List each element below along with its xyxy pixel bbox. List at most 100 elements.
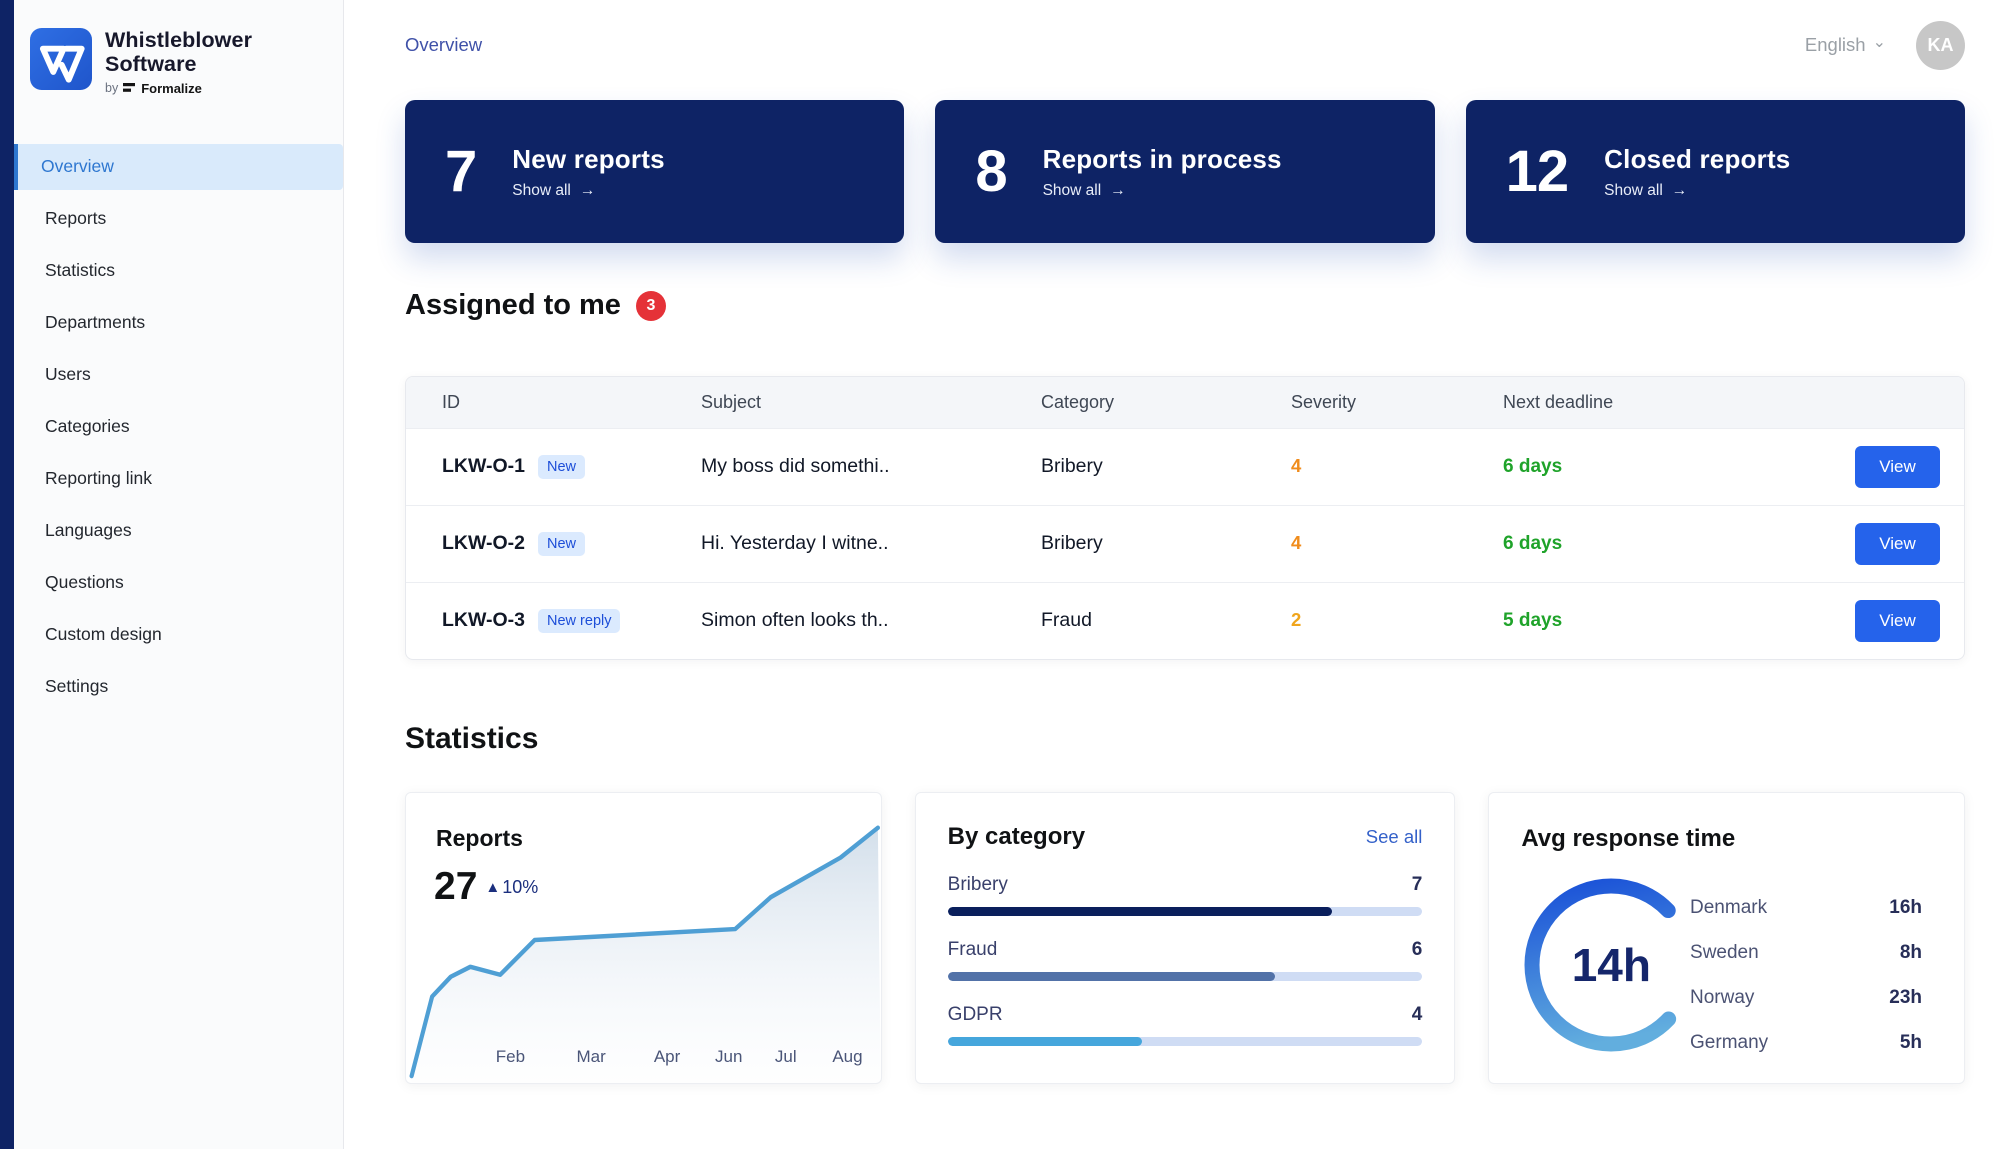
sidebar-item-departments[interactable]: Departments [14, 300, 343, 346]
table-header-row: ID Subject Category Severity Next deadli… [406, 377, 1964, 428]
report-subject: My boss did somethi.. [701, 428, 1041, 505]
view-button[interactable]: View [1855, 446, 1940, 488]
deadline-value: 6 days [1503, 456, 1562, 477]
stat-label: Closed reports [1604, 144, 1790, 175]
country-response-list: Denmark 16h Sweden 8h Norway 23h Germany… [1690, 897, 1922, 1077]
stat-card-closed-reports[interactable]: 12 Closed reports Show all → [1466, 100, 1965, 243]
severity-value: 4 [1291, 532, 1301, 553]
category-value: 4 [1412, 1004, 1423, 1026]
severity-value: 4 [1291, 455, 1301, 476]
stat-label: New reports [512, 144, 664, 175]
sidebar-item-custom-design[interactable]: Custom design [14, 612, 343, 658]
dashboard-page: Whistleblower Software by Formalize Over… [0, 0, 2000, 1149]
report-id: LKW-O-3 [442, 609, 525, 632]
show-all-text: Show all [1043, 182, 1102, 200]
show-all-link[interactable]: Show all → [1043, 182, 1282, 200]
table-row[interactable]: LKW-O-3New reply Simon often looks th.. … [406, 582, 1964, 659]
x-label: Feb [496, 1047, 525, 1067]
show-all-link[interactable]: Show all → [1604, 182, 1790, 200]
show-all-text: Show all [512, 182, 571, 200]
report-category: Bribery [1041, 428, 1291, 505]
report-id: LKW-O-2 [442, 532, 525, 555]
breadcrumb[interactable]: Overview [405, 34, 482, 56]
reports-chart-title: Reports [436, 825, 523, 852]
x-label: Mar [576, 1047, 605, 1067]
response-time-gauge: 14h [1521, 875, 1701, 1055]
brand-line2: Software [105, 52, 252, 76]
sidebar-item-overview[interactable]: Overview [14, 144, 343, 190]
col-actions [1835, 377, 1964, 428]
brand-logo-block[interactable]: Whistleblower Software by Formalize [14, 26, 343, 96]
x-axis-labels: Feb Mar Apr Jun Jul Aug [406, 1047, 881, 1069]
country-row: Germany 5h [1690, 1032, 1922, 1054]
category-bar-fill [948, 972, 1276, 981]
country-name: Germany [1690, 1032, 1768, 1054]
category-bar-group: GDPR 4 [948, 1004, 1423, 1046]
country-value: 16h [1889, 897, 1922, 919]
country-row: Sweden 8h [1690, 942, 1922, 964]
category-label: Bribery [948, 874, 1008, 896]
report-subject: Hi. Yesterday I witne.. [701, 505, 1041, 582]
col-deadline: Next deadline [1503, 377, 1835, 428]
status-badge: New [538, 532, 585, 556]
col-subject: Subject [701, 377, 1041, 428]
view-button[interactable]: View [1855, 523, 1940, 565]
stat-label: Reports in process [1043, 144, 1282, 175]
reports-total: 27 [434, 865, 477, 909]
sidebar-item-categories[interactable]: Categories [14, 404, 343, 450]
language-selector[interactable]: English ⌄ [1805, 34, 1886, 56]
category-value: 6 [1412, 939, 1423, 961]
country-row: Norway 23h [1690, 987, 1922, 1009]
sidebar-item-languages[interactable]: Languages [14, 508, 343, 554]
arrow-right-icon: → [1110, 182, 1126, 200]
table-row[interactable]: LKW-O-2 New Hi. Yesterday I witne.. Bribe… [406, 505, 1964, 582]
brand-line1: Whistleblower [105, 28, 252, 52]
formalize-icon [123, 83, 136, 94]
sidebar-item-users[interactable]: Users [14, 352, 343, 398]
category-label: GDPR [948, 1004, 1003, 1026]
by-category-title: By category [948, 823, 1085, 851]
stat-card-new-reports[interactable]: 7 New reports Show all → [405, 100, 904, 243]
statistics-title: Statistics [405, 722, 1965, 756]
col-category: Category [1041, 377, 1291, 428]
sidebar-item-reporting-link[interactable]: Reporting link [14, 456, 343, 502]
show-all-link[interactable]: Show all → [512, 182, 664, 200]
category-bar-track [948, 1037, 1423, 1046]
assigned-title: Assigned to me [405, 289, 621, 322]
top-bar: Overview English ⌄ KA [405, 0, 1965, 90]
country-value: 23h [1889, 987, 1922, 1009]
status-badge: New [538, 455, 585, 479]
reports-chart-card: Reports 27 ▲ 10% [405, 792, 882, 1084]
arrow-right-icon: → [580, 182, 596, 200]
view-button[interactable]: View [1855, 600, 1940, 642]
country-name: Denmark [1690, 897, 1767, 919]
x-label: Apr [654, 1047, 680, 1067]
category-bar-fill [948, 1037, 1143, 1046]
avatar[interactable]: KA [1916, 21, 1965, 70]
stat-cards-row: 7 New reports Show all → 8 Reports in pr… [405, 100, 1965, 243]
category-bar-group: Bribery 7 [948, 874, 1423, 916]
table-row[interactable]: LKW-O-1New My boss did somethi.. Bribery… [406, 428, 1964, 505]
col-id: ID [406, 377, 701, 428]
col-severity: Severity [1291, 377, 1503, 428]
assigned-section-header: Assigned to me 3 [405, 289, 1965, 322]
sidebar-item-reports[interactable]: Reports [14, 196, 343, 242]
brand-by-text: by [105, 81, 118, 95]
category-value: 7 [1412, 874, 1423, 896]
sidebar-item-settings[interactable]: Settings [14, 664, 343, 710]
assigned-count-badge: 3 [636, 291, 666, 321]
language-label: English [1805, 34, 1866, 56]
status-badge: New reply [538, 609, 620, 633]
assigned-table-card: ID Subject Category Severity Next deadli… [405, 376, 1965, 660]
stat-card-in-process[interactable]: 8 Reports in process Show all → [935, 100, 1434, 243]
report-category: Bribery [1041, 505, 1291, 582]
sidebar-item-statistics[interactable]: Statistics [14, 248, 343, 294]
avg-response-card: Avg response time 14h [1488, 792, 1965, 1084]
x-label: Jul [775, 1047, 797, 1067]
see-all-link[interactable]: See all [1366, 826, 1423, 848]
statistics-cards-row: Reports 27 ▲ 10% [405, 792, 1965, 1084]
deadline-value: 6 days [1503, 533, 1562, 554]
stat-value: 8 [975, 138, 1006, 205]
report-subject: Simon often looks th.. [701, 582, 1041, 659]
sidebar-item-questions[interactable]: Questions [14, 560, 343, 606]
